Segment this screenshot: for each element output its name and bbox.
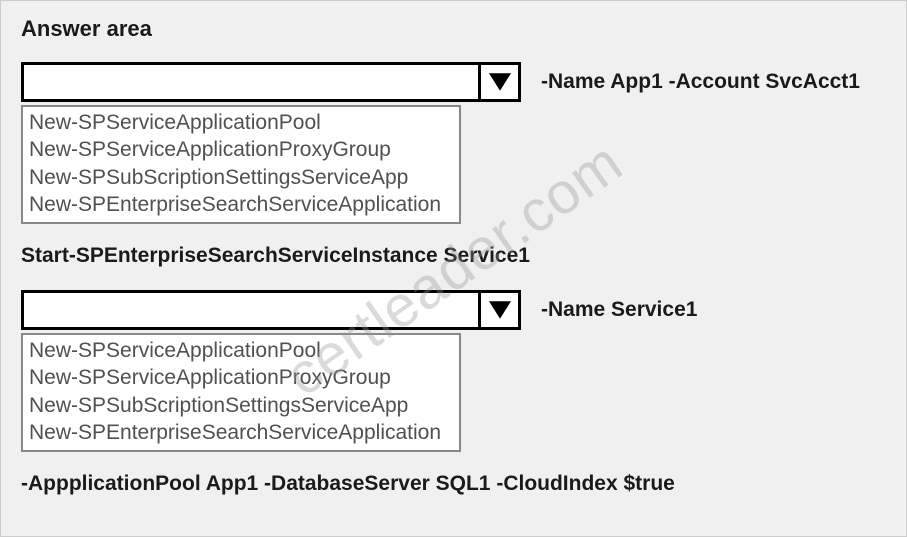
dropdown-2-value [24, 293, 478, 327]
dropdown-2[interactable] [21, 290, 521, 330]
dropdown-2-option[interactable]: New-SPEnterpriseSearchServiceApplication [29, 419, 453, 446]
dropdown-1-suffix: -Name App1 -Account SvcAcct1 [541, 70, 860, 94]
dropdown-2-option[interactable]: New-SPServiceApplicationPool [29, 337, 453, 364]
middle-command-text: Start-SPEnterpriseSearchServiceInstance … [21, 244, 886, 268]
dropdown-1-arrow[interactable] [478, 65, 518, 99]
dropdown-2-suffix: -Name Service1 [541, 298, 697, 322]
command-line-1: -Name App1 -Account SvcAcct1 [21, 62, 886, 102]
chevron-down-icon [489, 73, 511, 91]
dropdown-2-option[interactable]: New-SPServiceApplicationProxyGroup [29, 364, 453, 391]
dropdown-2-options-panel: New-SPServiceApplicationPool New-SPServi… [21, 333, 461, 452]
bottom-command-text: -AppplicationPool App1 -DatabaseServer S… [21, 472, 886, 496]
answer-area-title: Answer area [21, 16, 886, 42]
dropdown-1-option[interactable]: New-SPServiceApplicationPool [29, 109, 453, 136]
dropdown-2-option[interactable]: New-SPSubScriptionSettingsServiceApp [29, 392, 453, 419]
dropdown-1[interactable] [21, 62, 521, 102]
dropdown-2-arrow[interactable] [478, 293, 518, 327]
dropdown-1-option[interactable]: New-SPSubScriptionSettingsServiceApp [29, 164, 453, 191]
chevron-down-icon [489, 301, 511, 319]
dropdown-1-option[interactable]: New-SPServiceApplicationProxyGroup [29, 136, 453, 163]
dropdown-1-option[interactable]: New-SPEnterpriseSearchServiceApplication [29, 191, 453, 218]
dropdown-1-options-panel: New-SPServiceApplicationPool New-SPServi… [21, 105, 461, 224]
dropdown-1-value [24, 65, 478, 99]
command-line-2: -Name Service1 [21, 290, 886, 330]
